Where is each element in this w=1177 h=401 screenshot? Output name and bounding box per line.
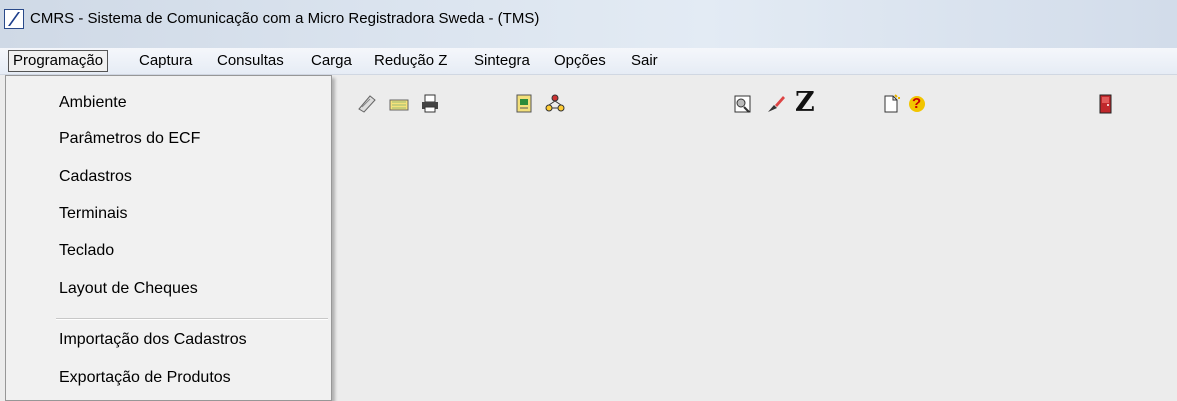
document-save-icon[interactable]: [513, 93, 535, 115]
menu-item-exportacao-produtos[interactable]: Exportação de Produtos: [59, 369, 231, 387]
envelope-icon[interactable]: [388, 93, 410, 115]
z-label: Z: [795, 87, 815, 118]
menu-carga[interactable]: Carga: [307, 51, 356, 71]
menu-item-terminais[interactable]: Terminais: [59, 205, 127, 223]
menu-item-teclado[interactable]: Teclado: [59, 242, 114, 260]
reduction-z-icon[interactable]: Z: [795, 89, 825, 116]
exit-door-icon[interactable]: [1094, 93, 1116, 115]
menu-separator: [56, 318, 328, 320]
menu-item-layout-cheques[interactable]: Layout de Cheques: [59, 280, 198, 298]
menu-item-importacao-cadastros[interactable]: Importação dos Cadastros: [59, 331, 247, 349]
programacao-dropdown-menu: Ambiente Parâmetros do ECF Cadastros Ter…: [5, 75, 332, 401]
menu-item-ambiente[interactable]: Ambiente: [59, 94, 127, 112]
menu-consultas[interactable]: Consultas: [213, 51, 288, 71]
menu-item-cadastros[interactable]: Cadastros: [59, 168, 132, 186]
title-bar: CMRS - Sistema de Comunicação com a Micr…: [0, 0, 1177, 48]
menu-captura[interactable]: Captura: [135, 51, 196, 71]
brush-icon[interactable]: [764, 93, 786, 115]
window-title: CMRS - Sistema de Comunicação com a Micr…: [30, 10, 540, 27]
menu-item-parametros-ecf[interactable]: Parâmetros do ECF: [59, 130, 200, 148]
menu-sair[interactable]: Sair: [627, 51, 662, 71]
menu-sintegra[interactable]: Sintegra: [470, 51, 534, 71]
check-icon[interactable]: [356, 93, 378, 115]
report-icon[interactable]: [732, 93, 754, 115]
help-icon[interactable]: ?: [906, 93, 928, 115]
help-glyph: ?: [912, 95, 922, 112]
printer-icon[interactable]: [419, 93, 441, 115]
new-document-icon[interactable]: [880, 93, 902, 115]
menu-reducao-z[interactable]: Redução Z: [370, 51, 451, 71]
menu-bar: Programação Captura Consultas Carga Redu…: [0, 48, 1177, 75]
app-logo-icon: [4, 9, 24, 29]
network-icon[interactable]: [544, 93, 566, 115]
menu-opcoes[interactable]: Opções: [550, 51, 610, 71]
menu-programacao[interactable]: Programação: [8, 50, 109, 72]
